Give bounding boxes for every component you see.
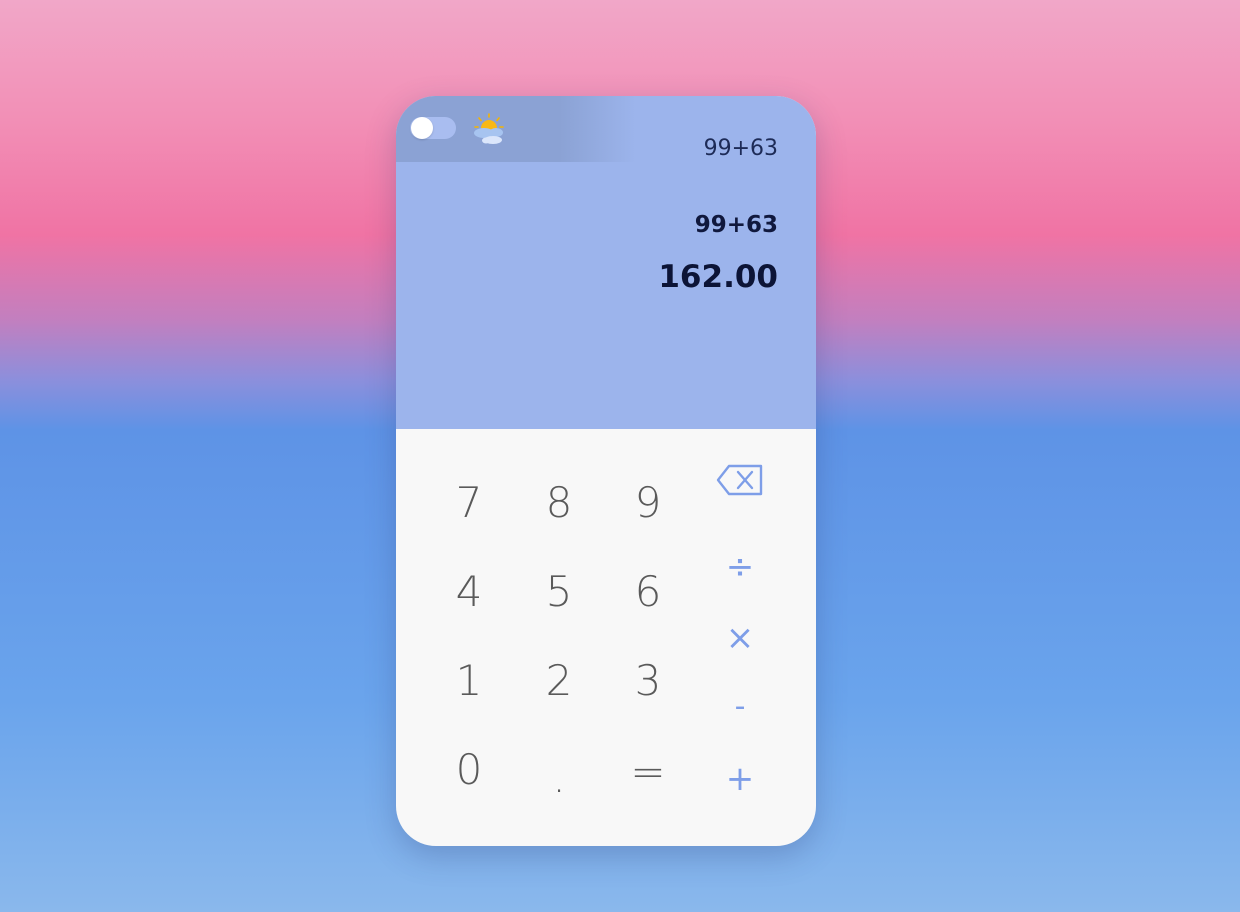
keypad: 7 8 9 4 5 6 1 2 3 0 . = ÷ × - +: [396, 429, 816, 846]
toggle-knob: [411, 117, 433, 139]
subtract-button[interactable]: -: [710, 681, 770, 731]
key-5[interactable]: 5: [524, 561, 594, 621]
backspace-icon: [715, 462, 765, 498]
divide-button[interactable]: ÷: [710, 542, 770, 592]
expression: 99+63: [694, 212, 778, 238]
key-decimal[interactable]: .: [524, 747, 594, 807]
key-8[interactable]: 8: [524, 472, 594, 532]
display-panel: 99+63 99+63 162.00: [396, 96, 816, 429]
key-6[interactable]: 6: [613, 561, 683, 621]
calculator: 99+63 99+63 162.00 7 8 9 4 5 6 1 2 3 0 .…: [396, 96, 816, 846]
history-line: 99+63: [703, 136, 778, 161]
key-3[interactable]: 3: [613, 650, 683, 710]
key-1[interactable]: 1: [434, 650, 504, 710]
key-2[interactable]: 2: [524, 650, 594, 710]
key-4[interactable]: 4: [434, 561, 504, 621]
key-9[interactable]: 9: [613, 472, 683, 532]
add-button[interactable]: +: [710, 754, 770, 804]
key-7[interactable]: 7: [434, 472, 504, 532]
theme-toggle[interactable]: [410, 117, 456, 139]
multiply-button[interactable]: ×: [710, 613, 770, 663]
sun-behind-cloud-icon[interactable]: [470, 112, 508, 148]
key-equals[interactable]: =: [613, 741, 683, 801]
result: 162.00: [658, 259, 778, 295]
key-0[interactable]: 0: [434, 739, 504, 799]
